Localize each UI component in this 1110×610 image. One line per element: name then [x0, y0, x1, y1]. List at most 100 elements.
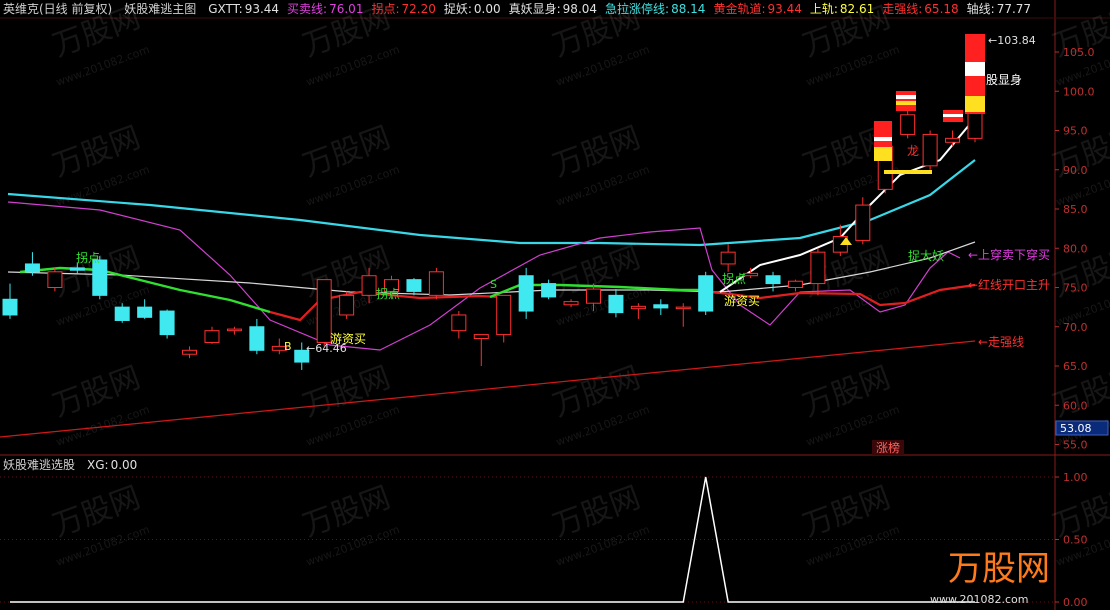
label-zouqiang: ←走强线 — [978, 335, 1024, 349]
label-shangchuan: ←上穿卖下穿买 — [968, 247, 1050, 262]
candle-body[interactable] — [47, 271, 63, 288]
main-indicator-label-10: 走强线: — [882, 2, 922, 16]
main-indicator-value-6: 98.04 — [563, 2, 597, 16]
main-indicator-value-3: 76.01 — [329, 2, 363, 16]
label-zhangbang: 涨榜 — [876, 440, 900, 455]
candle-body[interactable] — [518, 275, 534, 312]
main-indicator-label-11: 轴线: — [967, 1, 995, 16]
main-indicator-label-2: GXTT: — [208, 2, 242, 16]
main-indicator-value-10: 65.18 — [924, 2, 958, 16]
label-long: 龙 — [907, 144, 919, 158]
candle-body[interactable] — [855, 204, 871, 241]
candle-body[interactable] — [765, 275, 781, 285]
candle-body[interactable] — [945, 137, 961, 143]
candle-body[interactable] — [653, 304, 669, 309]
candle-body[interactable] — [24, 263, 40, 273]
signal-bar-2-white — [943, 114, 963, 117]
candle-body[interactable] — [361, 275, 377, 296]
current-price-label: 53.08 — [1060, 422, 1092, 435]
xianshen-bar-white — [965, 62, 985, 76]
y-tick-label: 95.0 — [1063, 125, 1088, 138]
signal-bar-white — [896, 95, 916, 99]
candle-body[interactable] — [563, 301, 579, 306]
label-hongxian: ←红线开口主升 — [968, 277, 1050, 292]
candle-body[interactable] — [720, 251, 736, 265]
main-indicator-value-8: 93.44 — [767, 2, 801, 16]
y-tick-label: 55.0 — [1063, 439, 1088, 452]
candle-body[interactable] — [137, 306, 153, 318]
candle-body[interactable] — [182, 349, 198, 355]
candle-body[interactable] — [900, 114, 916, 135]
candle-body[interactable] — [114, 306, 130, 321]
candle-body[interactable] — [496, 294, 512, 336]
candle-body[interactable] — [630, 305, 646, 310]
main-indicator-value-9: 82.61 — [840, 2, 874, 16]
stock-chart[interactable]: 万股网www.201082.com万股网www.201082.com万股网www… — [0, 0, 1110, 610]
brand-logo: 万股网 — [948, 549, 1050, 589]
main-indicator-value-2: 93.44 — [245, 2, 279, 16]
candle-body[interactable] — [406, 279, 422, 292]
label-b: B — [284, 340, 292, 353]
candle-body[interactable] — [698, 275, 714, 312]
main-indicator-label-0: 英维克(日线 前复权) — [3, 1, 112, 16]
candle-body[interactable] — [541, 283, 557, 298]
main-indicator-value-7: 88.14 — [671, 2, 705, 16]
sub-y-tick-label: 0.50 — [1063, 534, 1088, 547]
label-guaidian-1: 拐点 — [76, 250, 100, 265]
candle-body[interactable] — [608, 294, 624, 314]
label-s: S — [490, 278, 497, 291]
label-zhuo-da-yao: 捉大妖 — [908, 248, 944, 263]
y-tick-label: 90.0 — [1063, 164, 1088, 177]
candle-body[interactable] — [810, 251, 826, 285]
candle-body[interactable] — [787, 280, 803, 289]
candle-body[interactable] — [159, 310, 175, 336]
xianshen-bar-yellow — [965, 96, 985, 112]
main-indicator-label-3: 买卖线: — [287, 2, 327, 16]
main-indicator-label-5: 捉妖: — [444, 1, 472, 16]
main-indicator-label-6: 真妖显身: — [509, 1, 561, 16]
y-tick-label: 100.0 — [1063, 85, 1095, 98]
long-bar-yellow — [874, 147, 892, 161]
main-indicator-label-7: 急拉涨停线: — [605, 1, 669, 16]
label-gu-xianshen: 股显身 — [986, 72, 1022, 87]
chart-window: 万股网 www.201082.com 万股网 www.201082.com 万股网 www… — [0, 0, 1110, 610]
label-guaidian-3: 拐点 — [722, 271, 746, 286]
label-youzi-buy-2: 游资买 — [724, 294, 760, 308]
candle-body[interactable] — [249, 326, 265, 351]
label-youzi-buy-1: 游资买 — [330, 332, 366, 346]
sub-indicator-label-1: XG: — [87, 458, 109, 472]
candle-body[interactable] — [473, 334, 489, 340]
candle-body[interactable] — [92, 259, 108, 296]
y-tick-label: 65.0 — [1063, 360, 1088, 373]
long-bar-white — [874, 137, 892, 141]
main-indicator-label-1: 妖股难逃主图 — [124, 2, 196, 16]
y-tick-label: 70.0 — [1063, 321, 1088, 334]
candle-body[interactable] — [69, 267, 85, 271]
sub-indicator-value-1: 0.00 — [111, 458, 138, 472]
candle-body[interactable] — [2, 298, 18, 316]
y-tick-label: 85.0 — [1063, 203, 1088, 216]
sub-y-tick-label: 0.00 — [1063, 596, 1088, 609]
main-indicator-value-5: 0.00 — [474, 2, 501, 16]
candle-body[interactable] — [226, 328, 242, 332]
yellow-support — [884, 170, 932, 174]
candle-body[interactable] — [585, 288, 601, 304]
label-guaidian-2: 拐点 — [376, 286, 400, 301]
candle-body[interactable] — [922, 133, 938, 167]
y-tick-label: 80.0 — [1063, 242, 1088, 255]
main-indicator-label-4: 拐点: — [371, 1, 399, 16]
main-indicator-value-11: 77.77 — [997, 2, 1031, 16]
main-indicator-label-8: 黄金轨道: — [713, 1, 765, 16]
candle-body[interactable] — [675, 306, 691, 310]
candle-body[interactable] — [204, 330, 220, 343]
main-indicator-value-4: 72.20 — [402, 2, 436, 16]
sub-y-tick-label: 1.00 — [1063, 471, 1088, 484]
candle-body[interactable] — [451, 314, 467, 332]
candle-body[interactable] — [428, 271, 444, 296]
signal-bar-yellow — [896, 101, 916, 105]
y-tick-label: 75.0 — [1063, 282, 1088, 295]
main-indicator-label-9: 上轨: — [810, 2, 838, 16]
high-price-label: ←103.84 — [988, 34, 1036, 47]
brand-url: www.201082.com — [930, 593, 1028, 606]
candle-body[interactable] — [339, 294, 355, 316]
